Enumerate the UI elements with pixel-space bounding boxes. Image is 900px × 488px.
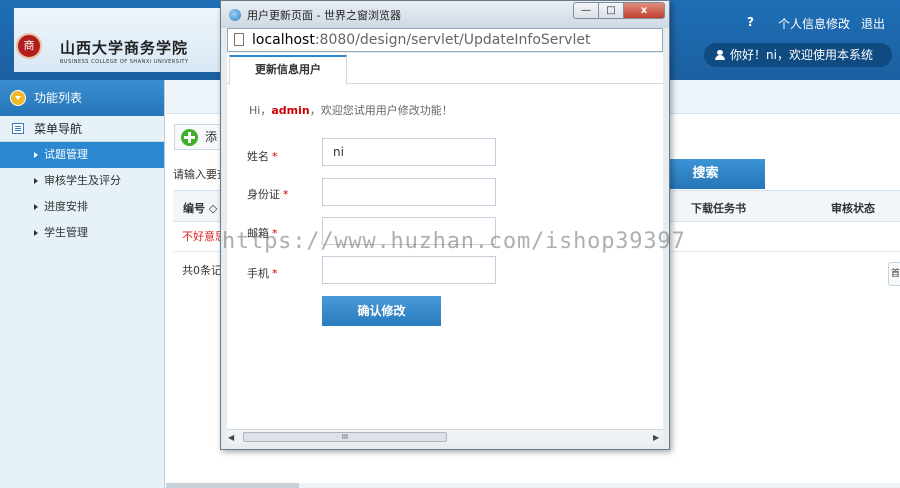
scroll-right-arrow-icon[interactable]: ▶ — [653, 433, 659, 442]
name-label: 姓名 * — [247, 148, 278, 164]
name-label-text: 姓名 — [247, 150, 269, 163]
sidebar-item-student-management[interactable]: 学生管理 — [0, 220, 164, 246]
collapse-toggle-icon — [10, 90, 26, 106]
id-card-field[interactable] — [322, 178, 496, 206]
address-bar[interactable]: localhost:8080/design/servlet/UpdateInfo… — [227, 28, 663, 52]
caret-right-icon — [34, 178, 38, 184]
required-mark: * — [283, 188, 289, 201]
popup-window-title: 用户更新页面 - 世界之窗浏览器 — [247, 9, 401, 22]
caret-right-icon — [34, 204, 38, 210]
user-icon — [715, 50, 725, 60]
list-icon — [12, 123, 24, 134]
column-header-task-download: 下载任务书 — [691, 202, 746, 215]
tab-update-user-info[interactable]: 更新信息用户 — [229, 55, 347, 85]
minimize-button[interactable]: — — [573, 2, 599, 19]
empty-message: 不好意思 — [182, 230, 222, 243]
id-card-label-text: 身份证 — [247, 188, 280, 201]
welcome-message: Hi，admin，欢迎您试用用户修改功能！ — [249, 102, 453, 118]
logout-link[interactable]: 退出 — [861, 15, 885, 32]
phone-label-text: 手机 — [247, 267, 269, 280]
maximize-button[interactable]: □ — [598, 2, 624, 19]
welcome-suffix: ，欢迎您试用用户修改功能！ — [309, 104, 453, 117]
browser-globe-icon — [229, 9, 241, 21]
popup-tab-bar: 更新信息用户 — [227, 53, 663, 85]
add-button-label: 添 — [205, 130, 218, 144]
column-header-review-status: 审核状态 — [831, 202, 875, 215]
first-page-button[interactable]: 首 — [888, 262, 900, 286]
page-scroll-thumb[interactable] — [166, 483, 299, 488]
sidebar: 功能列表 菜单导航 试题管理 审核学生及评分 进度安排 学生管理 — [0, 80, 165, 488]
id-card-label: 身份证 * — [247, 186, 289, 202]
confirm-update-button[interactable]: 确认修改 — [322, 296, 441, 326]
profile-edit-link[interactable]: 个人信息修改 — [778, 15, 850, 32]
caret-right-icon — [34, 152, 38, 158]
sidebar-item-label: 学生管理 — [44, 226, 88, 239]
menu-navigation-header[interactable]: 菜单导航 — [0, 116, 164, 142]
school-seal-logo: 商 — [16, 33, 42, 59]
popup-browser-window: 用户更新页面 - 世界之窗浏览器 — □ x localhost:8080/de… — [220, 0, 670, 450]
name-field[interactable] — [322, 138, 496, 166]
school-name: 山西大学商务学院 — [60, 39, 189, 57]
address-path: :8080/design/servlet/UpdateInfoServlet — [314, 32, 591, 48]
sidebar-item-exam-management[interactable]: 试题管理 — [0, 142, 164, 168]
phone-field[interactable] — [322, 256, 496, 284]
sidebar-item-label: 试题管理 — [44, 148, 88, 161]
help-icon[interactable]: ? — [747, 15, 754, 29]
phone-label: 手机 * — [247, 265, 278, 281]
sidebar-item-schedule[interactable]: 进度安排 — [0, 194, 164, 220]
sidebar-item-label: 审核学生及评分 — [44, 174, 121, 187]
watermark-text: https://www.huzhan.com/ishop39397 — [222, 229, 686, 254]
required-mark: * — [272, 267, 278, 280]
menu-navigation-title: 菜单导航 — [34, 122, 83, 136]
user-greeting-badge: 你好！ni，欢迎使用本系统 — [704, 43, 892, 67]
sidebar-item-label: 进度安排 — [44, 200, 88, 213]
function-list-header[interactable]: 功能列表 — [0, 80, 164, 116]
sidebar-item-review-students[interactable]: 审核学生及评分 — [0, 168, 164, 194]
page-horizontal-scrollbar[interactable] — [166, 483, 900, 488]
close-button[interactable]: x — [623, 2, 665, 19]
scroll-left-arrow-icon[interactable]: ◀ — [228, 433, 234, 442]
address-host: localhost — [252, 32, 315, 48]
search-input-hint: 请输入要查 — [173, 168, 225, 181]
function-list-title: 功能列表 — [34, 91, 83, 105]
popup-titlebar[interactable]: 用户更新页面 - 世界之窗浏览器 — □ x — [221, 1, 669, 28]
column-header-id[interactable]: 编号 ◇ — [183, 200, 217, 216]
plus-icon — [181, 129, 198, 146]
record-count: 共0条记录 — [182, 264, 222, 277]
popup-scroll-thumb[interactable]: III — [243, 432, 447, 442]
required-mark: * — [272, 150, 278, 163]
page-icon — [234, 33, 244, 46]
caret-right-icon — [34, 230, 38, 236]
welcome-username: admin — [271, 104, 310, 117]
school-name-en: BUSINESS COLLEGE OF SHANXI UNIVERSITY — [60, 59, 189, 65]
welcome-prefix: Hi， — [249, 104, 272, 117]
greeting-text: 你好！ni，欢迎使用本系统 — [730, 48, 873, 62]
popup-horizontal-scrollbar[interactable]: ◀ III ▶ — [227, 429, 663, 444]
